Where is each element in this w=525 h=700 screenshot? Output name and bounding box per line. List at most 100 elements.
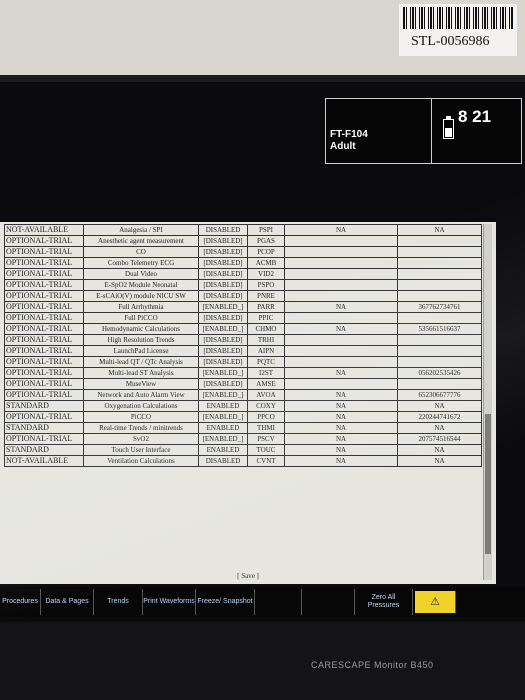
code-cell: PQTC (247, 356, 285, 368)
license-level-cell: OPTIONAL-TRIAL (4, 246, 84, 258)
table-row[interactable]: STANDARD Real-time Trends / minitrends ENA… (4, 422, 482, 434)
code-cell: PSPI (247, 224, 285, 236)
status-cell: [ENABLED_] (198, 433, 248, 445)
option-name-cell: Dual Video (83, 268, 199, 280)
data-pages-button[interactable]: Data & Pages (41, 589, 94, 615)
status-cell: [DISABLED] (198, 334, 248, 346)
table-row[interactable]: OPTIONAL-TRIAL SvO2 [ENABLED_] PSCV NA 207574… (4, 433, 482, 445)
count-cell: NA (284, 301, 398, 313)
scrollbar-thumb[interactable] (485, 414, 491, 554)
battery-level (445, 128, 452, 137)
freeze-snapshot-button[interactable]: Freeze/ Snapshot (196, 589, 255, 615)
menu-button-blank-1[interactable] (255, 589, 302, 615)
code-cell: TOUC (247, 444, 285, 456)
table-row[interactable]: NOT-AVAILABLE Ventilation Calculations DIS… (4, 455, 482, 467)
barcode-image (403, 7, 513, 29)
monitor-screen: FT-F104 Adult 8 21 NOT-AVAILABLE Analgesi… (0, 82, 525, 622)
status-cell: [DISABLED] (198, 312, 248, 324)
table-row[interactable]: OPTIONAL-TRIAL Combo Telemetry ECG [DISABL… (4, 257, 482, 269)
status-cell: [DISABLED] (198, 246, 248, 258)
count-cell (284, 345, 398, 357)
table-row[interactable]: OPTIONAL-TRIAL Dual Video [DISABLED] VID2 (4, 268, 482, 280)
code-cell: AIPN (247, 345, 285, 357)
table-row[interactable]: OPTIONAL-TRIAL LaunchPad License [DISABLED… (4, 345, 482, 357)
count-cell: NA (284, 323, 398, 335)
license-level-cell: OPTIONAL-TRIAL (4, 433, 84, 445)
bed-info-box[interactable]: FT-F104 Adult 8 21 (325, 98, 522, 164)
table-row[interactable]: OPTIONAL-TRIAL Full PiCCO [DISABLED] PPIC (4, 312, 482, 324)
table-row[interactable]: OPTIONAL-TRIAL Multi-lead QT / QTc Analys… (4, 356, 482, 368)
table-row[interactable]: OPTIONAL-TRIAL Multi-lead ST Analysis [ENA… (4, 367, 482, 379)
panel-scrollbar[interactable] (483, 224, 492, 580)
count-cell (284, 334, 398, 346)
license-key-cell: 220244741672 (397, 411, 482, 423)
option-name-cell: High Resolution Trends (83, 334, 199, 346)
table-row[interactable]: OPTIONAL-TRIAL Network and Auto Alarm Vie… (4, 389, 482, 401)
license-level-cell: STANDARD (4, 400, 84, 412)
menu-button-blank-2[interactable] (302, 589, 355, 615)
procedures-button[interactable]: Procedures (0, 589, 41, 615)
count-cell: NA (284, 367, 398, 379)
count-cell (284, 290, 398, 302)
status-cell: [DISABLED] (198, 257, 248, 269)
status-cell: ENABLED (198, 444, 248, 456)
code-cell: PSPO (247, 279, 285, 291)
license-level-cell: OPTIONAL-TRIAL (4, 301, 84, 313)
status-cell: ENABLED (198, 400, 248, 412)
print-waveforms-button[interactable]: Print Waveforms (143, 589, 196, 615)
status-cell: [DISABLED] (198, 356, 248, 368)
license-level-cell: OPTIONAL-TRIAL (4, 312, 84, 324)
trends-button[interactable]: Trends (94, 589, 143, 615)
license-key-cell (397, 312, 482, 324)
option-name-cell: MuseView (83, 378, 199, 390)
code-cell: PCOP (247, 246, 285, 258)
count-cell (284, 356, 398, 368)
count-cell: NA (284, 411, 398, 423)
battery-icon (443, 116, 454, 139)
license-key-cell: 207574516544 (397, 433, 482, 445)
license-key-cell (397, 279, 482, 291)
code-cell: PPIC (247, 312, 285, 324)
table-row[interactable]: OPTIONAL-TRIAL High Resolution Trends [DIS… (4, 334, 482, 346)
status-cell: [ENABLED_] (198, 389, 248, 401)
license-level-cell: OPTIONAL-TRIAL (4, 334, 84, 346)
option-name-cell: Network and Auto Alarm View (83, 389, 199, 401)
license-level-cell: OPTIONAL-TRIAL (4, 356, 84, 368)
table-row[interactable]: OPTIONAL-TRIAL Hemodynamic Calculations [E… (4, 323, 482, 335)
table-row[interactable]: OPTIONAL-TRIAL CO [DISABLED] PCOP (4, 246, 482, 258)
license-level-cell: OPTIONAL-TRIAL (4, 378, 84, 390)
code-cell: PARR (247, 301, 285, 313)
table-row[interactable]: OPTIONAL-TRIAL Full Arrhythmia [ENABLED_] P… (4, 301, 482, 313)
license-level-cell: NOT-AVAILABLE (4, 455, 84, 467)
license-key-cell (397, 246, 482, 258)
zero-all-pressures-button[interactable]: Zero All Pressures (355, 589, 413, 615)
save-button[interactable]: [ Save ] (0, 572, 496, 580)
bottom-menu-bar: Procedures Data & Pages Trends Print Wav… (0, 587, 525, 617)
table-row[interactable]: OPTIONAL-TRIAL MuseView [DISABLED] AMSE (4, 378, 482, 390)
table-row[interactable]: OPTIONAL-TRIAL E-SpO2 Module Neonatal [DIS… (4, 279, 482, 291)
license-key-cell: NA (397, 400, 482, 412)
option-name-cell: Touch User Interface (83, 444, 199, 456)
bed-label: FT-F104 Adult (330, 129, 368, 153)
table-row[interactable]: NOT-AVAILABLE Analgesia / SPI DISABLED PSPI… (4, 224, 482, 236)
license-level-cell: NOT-AVAILABLE (4, 224, 84, 236)
monitor-bottom-bezel (0, 622, 525, 700)
status-cell: [ENABLED_] (198, 411, 248, 423)
table-row[interactable]: STANDARD Touch User Interface ENABLED TOUC N… (4, 444, 482, 456)
monitor-brand: CARESCAPE Monitor B450 (311, 660, 434, 670)
table-row[interactable]: OPTIONAL-TRIAL E-sCAiO(V) module NICU SW[… (4, 290, 482, 302)
license-key-cell: NA (397, 422, 482, 434)
count-cell (284, 257, 398, 269)
status-cell: [DISABLED] (198, 345, 248, 357)
alarm-bell-icon[interactable]: ⚠ (415, 591, 456, 613)
license-key-cell (397, 356, 482, 368)
table-row[interactable]: OPTIONAL-TRIAL PiCCO [ENABLED_] PPCO NA 22024… (4, 411, 482, 423)
table-row[interactable]: OPTIONAL-TRIAL Anesthetic agent measureme… (4, 235, 482, 247)
count-cell: NA (284, 444, 398, 456)
count-cell (284, 312, 398, 324)
table-row[interactable]: STANDARD Oxygenation Calculations ENABLED C… (4, 400, 482, 412)
license-options-panel: NOT-AVAILABLE Analgesia / SPI DISABLED PSPI… (0, 222, 496, 584)
option-name-cell: Analgesia / SPI (83, 224, 199, 236)
code-cell: PSCV (247, 433, 285, 445)
status-cell: [DISABLED] (198, 290, 248, 302)
